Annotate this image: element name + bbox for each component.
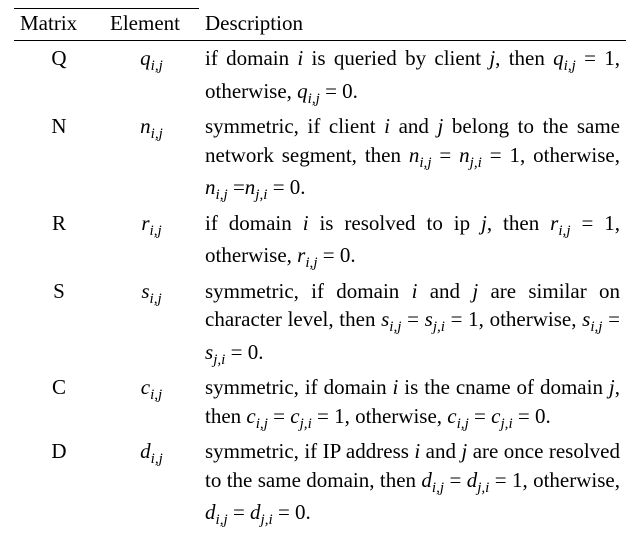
table-row: Qqi,jif domain i is queried by client j,…: [14, 41, 626, 110]
element-cell: ni,j: [104, 109, 199, 206]
notation-table: Matrix Element Description Qqi,jif domai…: [14, 8, 626, 531]
col-header-element: Element: [104, 9, 199, 41]
element-cell: ri,j: [104, 206, 199, 274]
table-row: Nni,jsymmetric, if client i and j belong…: [14, 109, 626, 206]
description-cell: if domain i is queried by client j, then…: [199, 41, 626, 110]
matrix-cell: R: [14, 206, 104, 274]
description-cell: if domain i is resolved to ip j, then ri…: [199, 206, 626, 274]
matrix-cell: D: [14, 434, 104, 531]
table-row: Ddi,jsymmetric, if IP address i and j ar…: [14, 434, 626, 531]
element-cell: ci,j: [104, 370, 199, 434]
element-cell: di,j: [104, 434, 199, 531]
description-cell: symmetric, if domain i is the cname of d…: [199, 370, 626, 434]
matrix-cell: N: [14, 109, 104, 206]
table-row: Cci,jsymmetric, if domain i is the cname…: [14, 370, 626, 434]
table-header-row: Matrix Element Description: [14, 9, 626, 41]
matrix-cell: C: [14, 370, 104, 434]
matrix-cell: Q: [14, 41, 104, 110]
description-cell: symmetric, if domain i and j are simi­la…: [199, 274, 626, 371]
description-cell: symmetric, if client i and j belong to t…: [199, 109, 626, 206]
description-cell: symmetric, if IP address i and j are onc…: [199, 434, 626, 531]
matrix-cell: S: [14, 274, 104, 371]
col-header-description: Description: [199, 9, 626, 41]
element-cell: si,j: [104, 274, 199, 371]
col-header-matrix: Matrix: [14, 9, 104, 41]
element-cell: qi,j: [104, 41, 199, 110]
table-row: Ssi,jsymmetric, if domain i and j are si…: [14, 274, 626, 371]
table-row: Rri,jif domain i is resolved to ip j, th…: [14, 206, 626, 274]
